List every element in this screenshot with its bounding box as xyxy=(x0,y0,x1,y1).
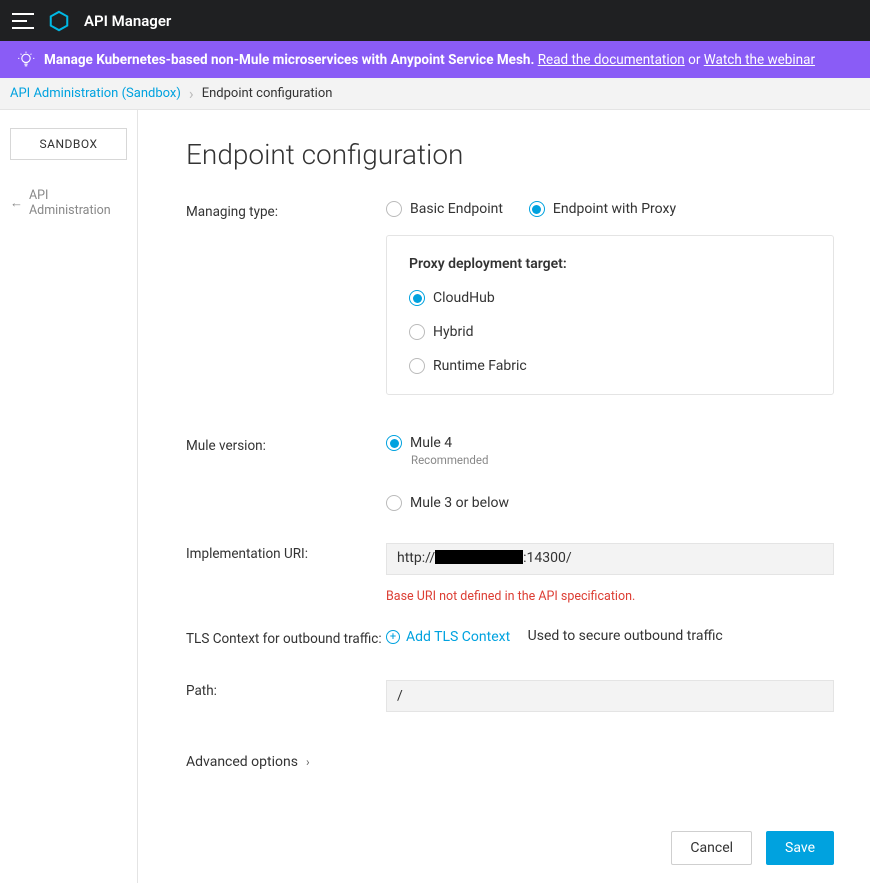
radio-basic-endpoint[interactable]: Basic Endpoint xyxy=(386,201,503,217)
chevron-right-icon: › xyxy=(306,755,310,769)
path-input[interactable] xyxy=(386,680,834,712)
impl-uri-redacted xyxy=(435,550,523,564)
tls-hint: Used to secure outbound traffic xyxy=(528,628,723,644)
lightbulb-icon xyxy=(16,50,36,70)
proxy-target-title: Proxy deployment target: xyxy=(409,256,811,272)
radio-cloudhub[interactable]: CloudHub xyxy=(409,290,811,306)
proxy-target-panel: Proxy deployment target: CloudHub Hybrid… xyxy=(386,235,834,395)
label-managing-type: Managing type: xyxy=(186,201,386,403)
sidebar: SANDBOX ← API Administration xyxy=(0,110,138,883)
main-content: Endpoint configuration Managing type: Ba… xyxy=(138,110,870,883)
back-link[interactable]: ← API Administration xyxy=(10,188,127,218)
mule4-recommended: Recommended xyxy=(411,453,834,467)
banner-link-docs[interactable]: Read the documentation xyxy=(538,52,685,68)
breadcrumb-link[interactable]: API Administration (Sandbox) xyxy=(10,86,181,101)
radio-endpoint-with-proxy[interactable]: Endpoint with Proxy xyxy=(529,201,676,217)
radio-endpoint-with-proxy-label: Endpoint with Proxy xyxy=(553,201,676,217)
app-title: API Manager xyxy=(84,12,171,30)
radio-hybrid-label: Hybrid xyxy=(433,324,474,340)
menu-icon[interactable] xyxy=(12,13,34,29)
arrow-left-icon: ← xyxy=(10,195,23,211)
add-tls-context-label: Add TLS Context xyxy=(406,629,510,645)
breadcrumb-current: Endpoint configuration xyxy=(202,86,333,101)
banner-or: or xyxy=(688,52,704,68)
impl-uri-suffix: :14300/ xyxy=(523,550,572,566)
label-impl-uri: Implementation URI: xyxy=(186,543,386,604)
back-link-label: API Administration xyxy=(29,188,127,218)
plus-circle-icon: + xyxy=(386,630,400,644)
banner-bold: Manage Kubernetes-based non-Mule microse… xyxy=(44,52,534,68)
radio-mule4[interactable]: Mule 4 xyxy=(386,435,834,451)
radio-basic-endpoint-label: Basic Endpoint xyxy=(410,201,503,217)
environment-selector[interactable]: SANDBOX xyxy=(10,128,127,160)
cancel-button[interactable]: Cancel xyxy=(671,831,752,865)
label-mule-version: Mule version: xyxy=(186,435,386,511)
radio-mule3[interactable]: Mule 3 or below xyxy=(386,495,834,511)
logo-icon xyxy=(48,10,70,32)
radio-mule3-label: Mule 3 or below xyxy=(410,495,509,511)
radio-mule4-label: Mule 4 xyxy=(410,435,452,451)
impl-uri-prefix: http:// xyxy=(397,550,435,566)
announcement-banner: Manage Kubernetes-based non-Mule microse… xyxy=(0,41,870,78)
impl-uri-input[interactable]: http:// :14300/ xyxy=(386,543,834,575)
advanced-options-label: Advanced options xyxy=(186,754,298,770)
breadcrumb: API Administration (Sandbox) › Endpoint … xyxy=(0,78,870,110)
label-path: Path: xyxy=(186,680,386,712)
page-title: Endpoint configuration xyxy=(186,138,834,171)
top-bar: API Manager xyxy=(0,0,870,41)
banner-link-webinar[interactable]: Watch the webinar xyxy=(704,52,815,68)
radio-runtime-fabric-label: Runtime Fabric xyxy=(433,358,527,374)
form-footer: Cancel Save xyxy=(186,791,834,865)
label-tls: TLS Context for outbound traffic: xyxy=(186,628,386,648)
save-button[interactable]: Save xyxy=(766,831,834,865)
radio-cloudhub-label: CloudHub xyxy=(433,290,495,306)
radio-runtime-fabric[interactable]: Runtime Fabric xyxy=(409,358,811,374)
impl-uri-error: Base URI not defined in the API specific… xyxy=(386,589,834,604)
radio-hybrid[interactable]: Hybrid xyxy=(409,324,811,340)
add-tls-context-link[interactable]: + Add TLS Context xyxy=(386,629,510,645)
breadcrumb-sep-icon: › xyxy=(189,84,194,103)
advanced-options-toggle[interactable]: Advanced options › xyxy=(186,754,310,770)
